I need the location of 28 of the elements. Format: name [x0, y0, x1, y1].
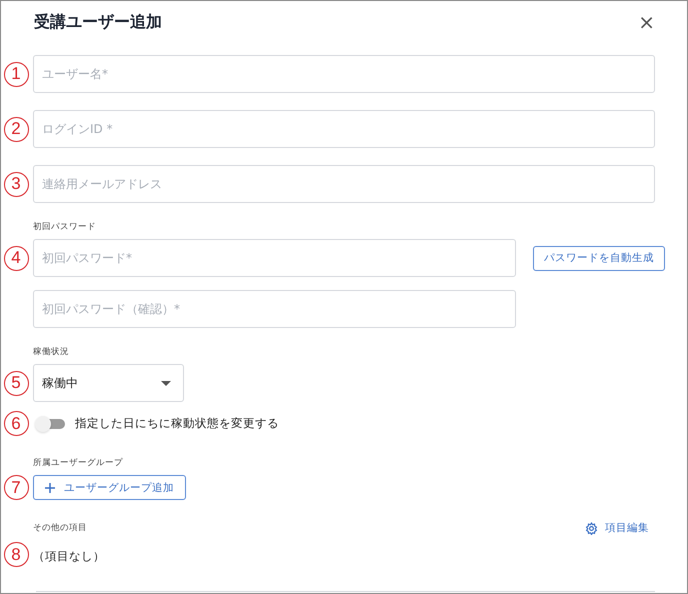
field-label: 初回パスワード: [33, 221, 97, 234]
close-button[interactable]: ×: [636, 12, 657, 32]
section-label: その他の項目: [33, 522, 87, 535]
empty-note: （項目なし）: [33, 548, 105, 562]
field-label: 稼働状況: [33, 346, 70, 359]
text-field[interactable]: ユーザー名*: [33, 55, 655, 93]
step-marker: 3: [4, 172, 28, 196]
dialog-title: 受講ユーザー追加: [34, 12, 162, 32]
password-field[interactable]: 初回パスワード*: [33, 239, 516, 277]
status-select[interactable]: 稼働中: [33, 364, 184, 402]
text-field[interactable]: 連絡用メールアドレス: [33, 165, 655, 203]
step-marker: 1: [4, 62, 28, 86]
password-field[interactable]: 初回パスワード（確認）*: [33, 290, 516, 328]
text-field[interactable]: ログインID *: [33, 110, 655, 148]
settings-icon: [585, 522, 598, 534]
edit-items-link[interactable]: 項目編集: [585, 521, 649, 535]
generate-password-button[interactable]: パスワードを自動生成: [533, 246, 665, 270]
step-marker: 6: [4, 411, 28, 436]
step-marker: 4: [4, 246, 28, 270]
toggle-label: 指定した日にちに稼動状態を変更する: [75, 416, 279, 431]
step-marker: 7: [4, 475, 28, 500]
step-marker: 2: [4, 116, 28, 142]
add-group-button[interactable]: ユーザーグループ追加: [33, 475, 186, 500]
step-marker: 5: [4, 370, 28, 396]
dropdown-caret-icon: [161, 380, 171, 386]
step-marker: 8: [4, 542, 28, 567]
plus-icon: [45, 482, 55, 492]
field-label: 所属ユーザーグループ: [33, 456, 124, 470]
